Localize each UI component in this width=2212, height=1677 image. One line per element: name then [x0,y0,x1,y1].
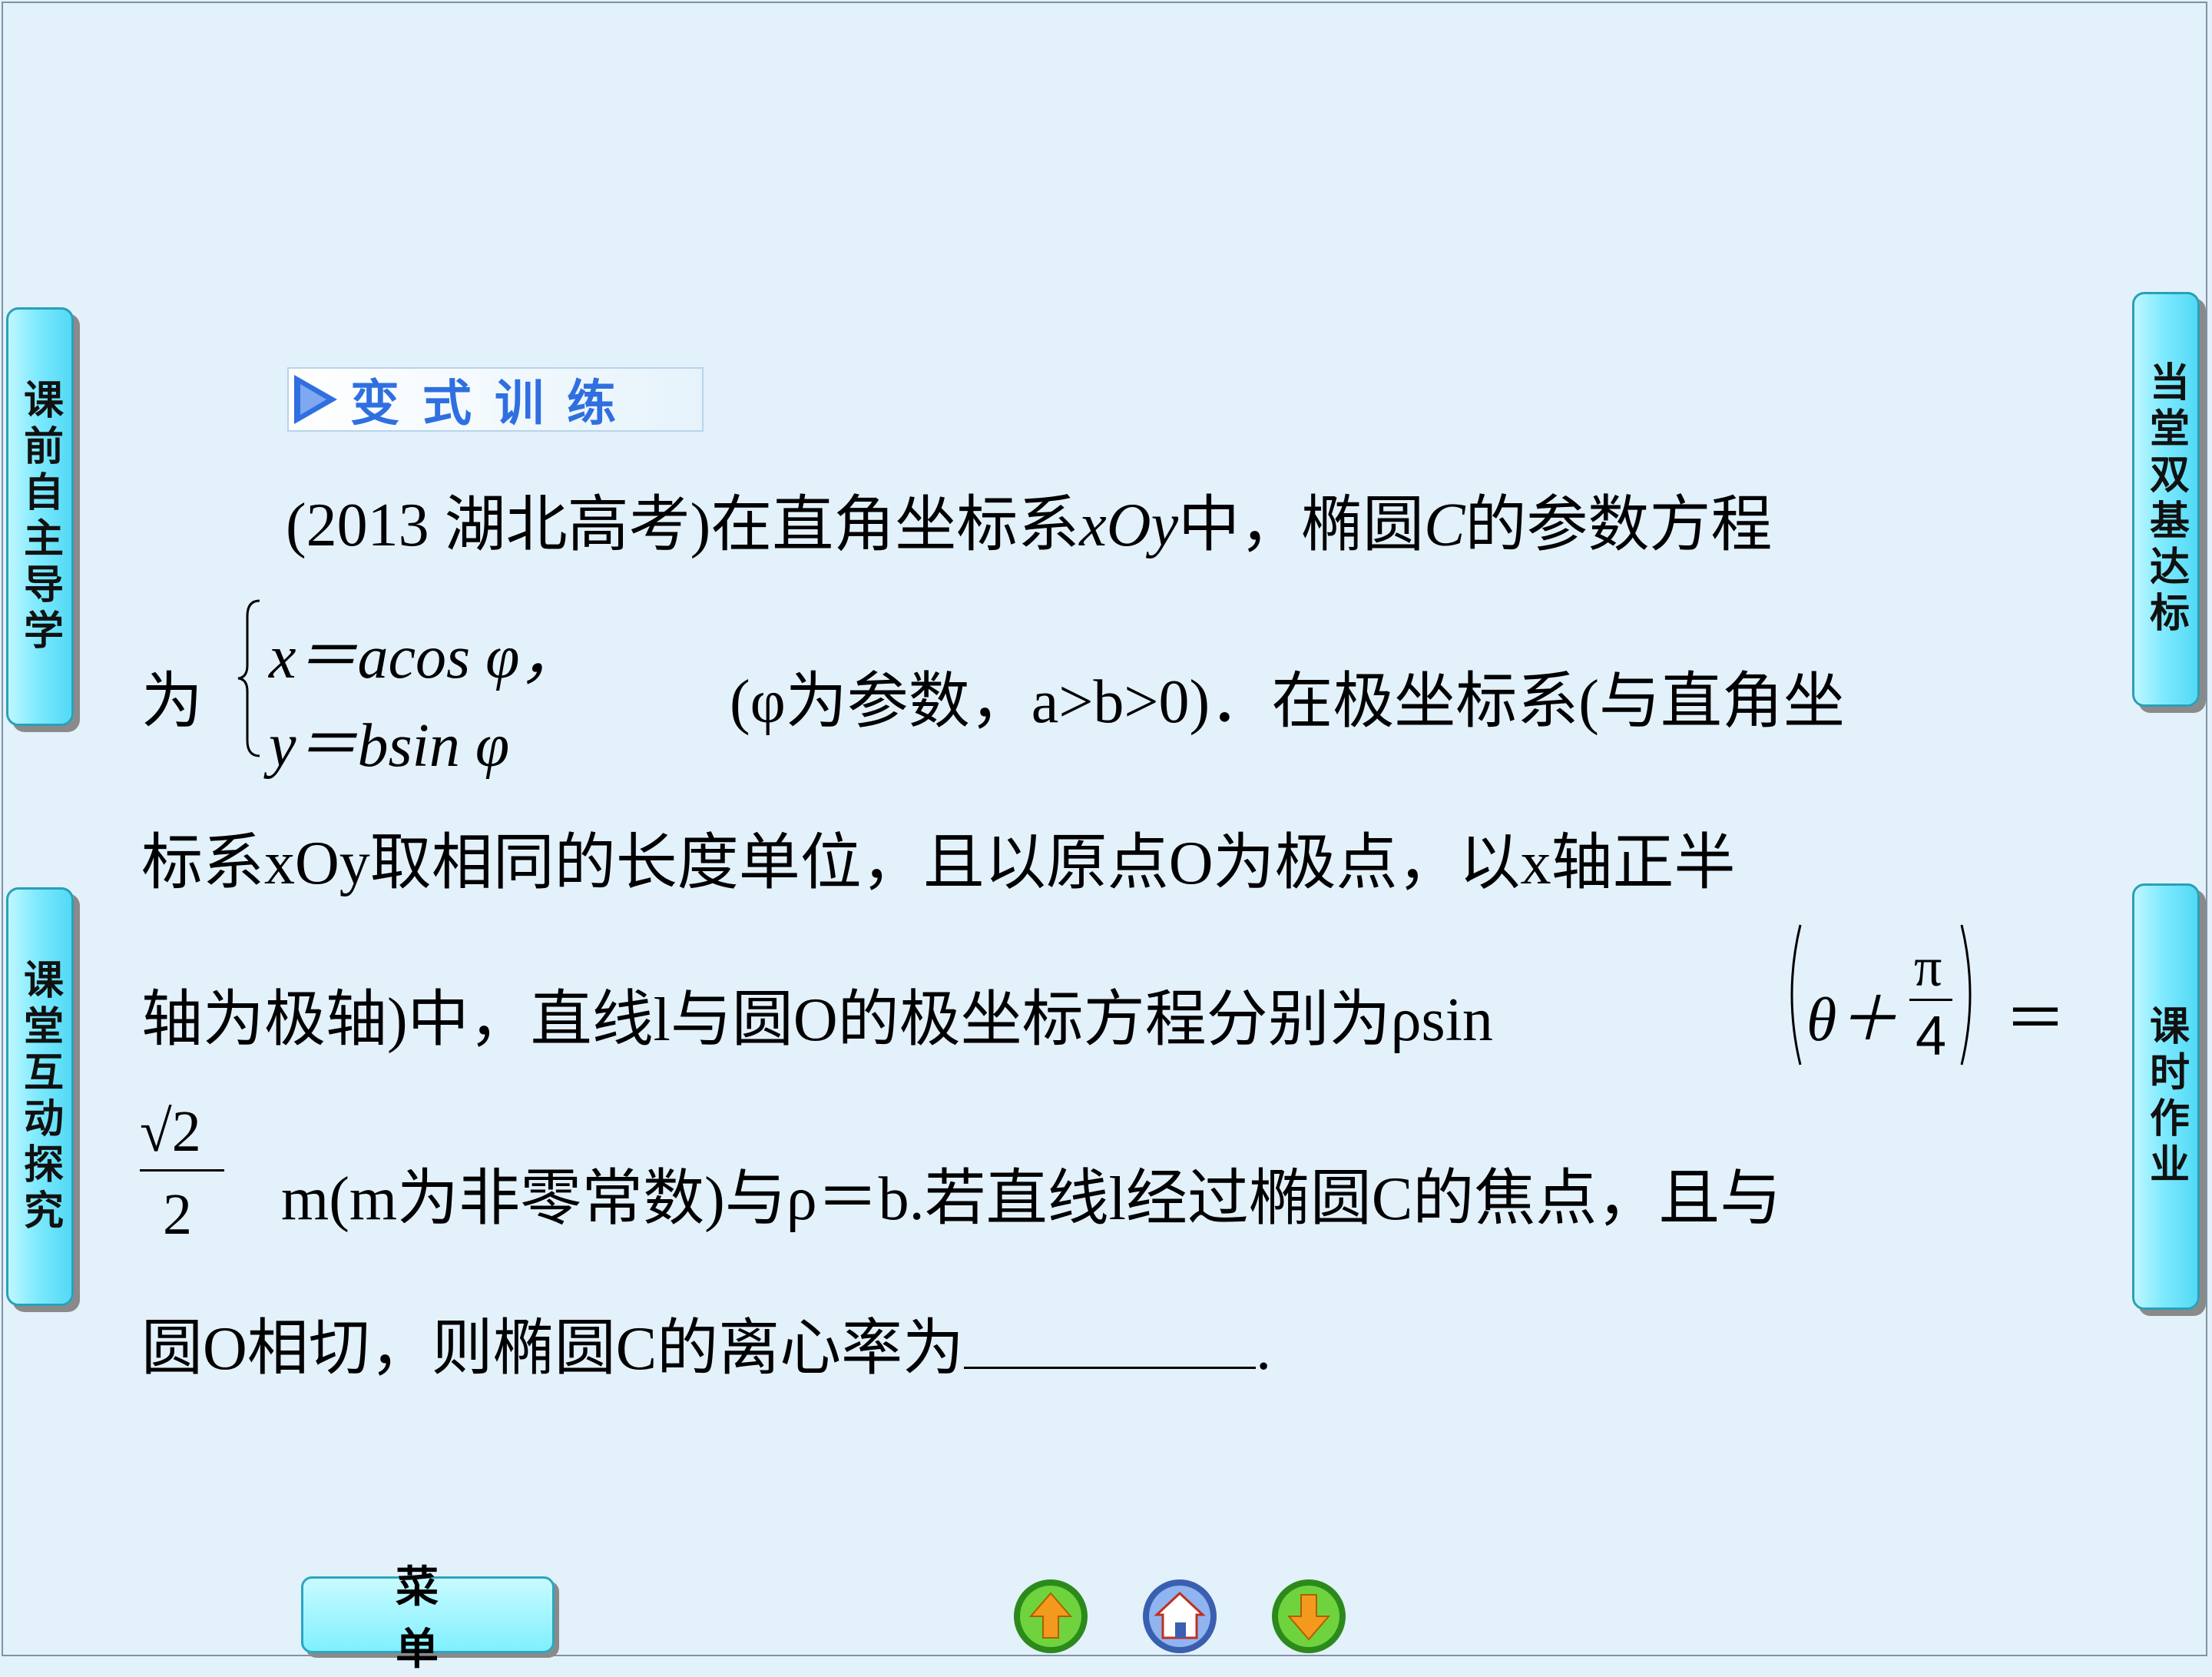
tab-homework-label: 课时作业 [2142,1004,2189,1189]
text: 圆O相切，则椭圆C的离心率为 [141,1315,965,1383]
tab-pre-class-study[interactable]: 课前自主导学 [6,307,74,726]
left-brace-icon [237,599,260,757]
next-page-button[interactable] [1269,1576,1349,1656]
problem-line-3: 标系xOy取相同的长度单位，且以原点O为极点，以x轴正半 [141,830,1736,897]
play-arrow-icon [289,369,343,430]
problem-line-1: (2013 湖北高考)在直角坐标系xOy中，椭圆C的参数方程 [286,475,1772,564]
problem-line-6: 圆O相切，则椭圆C的离心率为. [141,1298,1271,1387]
down-arrow-icon [1272,1579,1346,1653]
problem-line-4: 轴为极轴)中，直线l与圆O的极坐标方程分别为ρsin [141,986,1493,1054]
problem-line-2-prefix: 为 [141,651,203,741]
var-c: C [1424,492,1465,559]
home-icon [1143,1579,1217,1653]
text: . [1256,1315,1272,1383]
tab-class-interaction-label: 课堂互动探究 [16,958,63,1235]
tab-in-class-assessment-label: 当堂双基达标 [2142,361,2189,638]
system-row-2: y＝bsin φ [269,712,510,780]
system-row-1: x＝acos φ， [269,624,581,691]
tab-in-class-assessment[interactable]: 当堂双基达标 [2132,292,2200,707]
fraction-4: 4 [1916,1006,1947,1067]
sqrt-two: √2 [140,1099,201,1164]
right-paren-icon [1960,924,1972,1066]
menu-button[interactable]: 菜单 [301,1563,555,1675]
equals-sign: ＝ [2005,986,2066,1054]
tab-class-interaction[interactable]: 课堂互动探究 [6,887,74,1306]
text: 中，椭圆 [1178,492,1425,559]
fraction-pi: π [1914,936,1942,998]
tab-pre-class-study-label: 课前自主导学 [16,378,63,655]
denominator-two: 2 [163,1182,192,1247]
answer-blank[interactable] [964,1321,1257,1369]
left-paren-icon [1790,924,1802,1066]
problem-line-2-suffix: (φ为参数，a>b>0)．在极坐标系(与直角坐 [730,668,1845,736]
tab-homework[interactable]: 课时作业 [2132,883,2200,1310]
text: 为 [141,668,203,736]
problem-line-5: m(m为非零常数)与ρ＝b.若直线l经过椭圆C的焦点，且与 [281,1165,1782,1233]
section-heading: 变式训练 [287,367,704,433]
text: 在直角坐标系 [710,492,1080,559]
up-arrow-icon [1014,1579,1088,1653]
section-heading-text: 变式训练 [350,376,639,433]
prev-page-button[interactable] [1011,1576,1091,1656]
home-button[interactable] [1140,1576,1220,1656]
var-xoy: xOy [1079,492,1179,559]
problem-source: (2013 湖北高考) [286,492,711,559]
fraction-bar [1909,999,1952,1001]
theta-plus: θ＋ [1806,986,1899,1054]
fraction-bar-2 [140,1169,224,1172]
text: 的参数方程 [1465,492,1773,559]
